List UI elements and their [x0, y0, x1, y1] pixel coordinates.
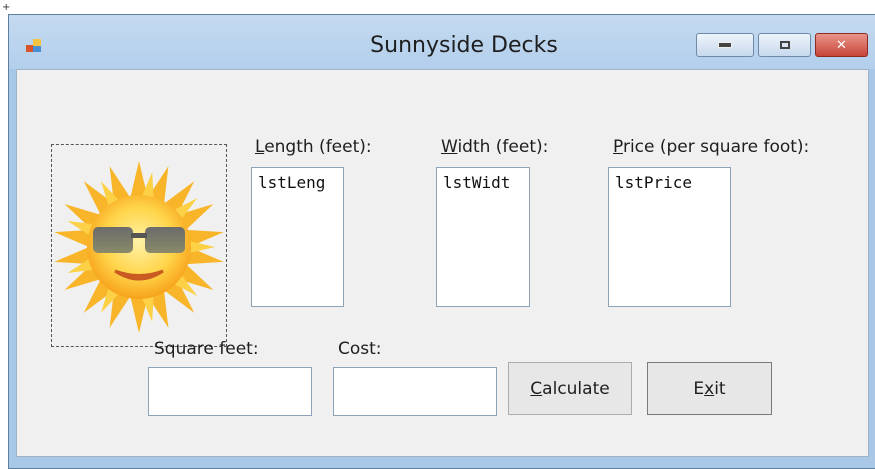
form-client-area: Length (feet): Width (feet): Price (per … — [16, 69, 869, 457]
corner-mark: + — [2, 2, 11, 13]
close-icon: ✕ — [836, 37, 847, 53]
maximize-button[interactable] — [758, 33, 811, 57]
square-feet-label: Square feet: — [154, 339, 259, 359]
length-label: Length (feet): — [255, 137, 372, 157]
maximize-icon — [779, 41, 790, 49]
title-bar[interactable]: Sunnyside Decks ✕ — [9, 15, 875, 69]
minimize-icon — [718, 42, 732, 48]
form-window: Sunnyside Decks ✕ Length (feet): Width (… — [8, 14, 875, 469]
sun-sunglasses-icon — [54, 161, 224, 333]
close-button[interactable]: ✕ — [815, 33, 868, 57]
cost-textbox[interactable] — [333, 367, 497, 416]
square-feet-textbox[interactable] — [148, 367, 312, 416]
calculate-button[interactable]: Calculate — [508, 362, 632, 415]
price-label: Price (per square foot): — [613, 137, 810, 157]
width-label: Width (feet): — [441, 137, 549, 157]
cost-label: Cost: — [338, 339, 382, 359]
width-listbox[interactable]: lstWidt — [436, 167, 530, 307]
sun-picture-box — [51, 144, 227, 347]
length-listbox[interactable]: lstLeng — [251, 167, 344, 307]
minimize-button[interactable] — [696, 33, 754, 57]
exit-button[interactable]: Ex it — [647, 362, 772, 415]
price-listbox[interactable]: lstPrice — [608, 167, 731, 307]
